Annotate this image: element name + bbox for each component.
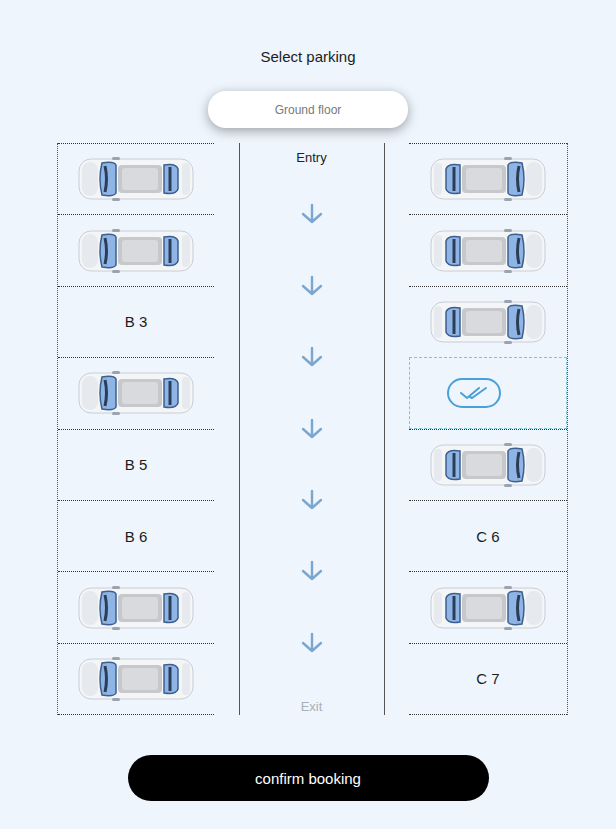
slot-label: B 5 [125,456,148,473]
arrow-down-icon [300,275,324,297]
page-title: Select parking [260,47,355,67]
parking-slot[interactable] [58,643,214,715]
car-icon [78,371,194,415]
arrow-down-icon [300,346,324,368]
confirm-booking-button[interactable]: confirm booking [128,755,489,801]
parking-slot[interactable]: B 3 [58,286,214,357]
parking-slot[interactable] [58,357,214,428]
parking-slot[interactable] [58,571,214,642]
car-icon [78,657,194,701]
car-icon [78,157,194,201]
entry-label: Entry [296,150,326,165]
driving-lane: Entry Exit [239,143,385,715]
car-icon [430,229,546,273]
parking-slot[interactable]: C 7 [409,643,567,715]
slot-label: C 7 [476,670,499,687]
slot-label: B 3 [125,313,148,330]
parking-slot[interactable] [58,214,214,285]
parking-slot[interactable] [409,571,567,642]
car-icon [430,443,546,487]
parking-map: B 3 B 5 B 6 Entry Exit C 6 C 7 [57,143,568,715]
arrow-down-icon [300,489,324,511]
arrow-down-icon [300,203,324,225]
parking-slot[interactable] [409,286,567,357]
slot-label: C 6 [476,528,499,545]
slot-label: B 6 [125,528,148,545]
car-icon [430,300,546,344]
arrow-down-icon [300,560,324,582]
arrow-down-icon [300,418,324,440]
parking-screen: Select parking Ground floor B 3 B 5 B 6 En… [0,0,616,829]
parking-slot[interactable]: B 5 [58,429,214,500]
floor-selector[interactable]: Ground floor [208,91,408,128]
parking-slot[interactable] [409,357,567,428]
parking-slot[interactable] [58,143,214,214]
right-slot-column: C 6 C 7 [409,143,568,715]
car-icon [78,586,194,630]
parking-slot[interactable]: B 6 [58,500,214,571]
left-slot-column: B 3 B 5 B 6 [57,143,214,715]
car-icon [430,586,546,630]
car-icon [430,157,546,201]
parking-slot[interactable] [409,214,567,285]
parking-slot[interactable] [409,143,567,214]
arrow-down-icon [300,632,324,654]
parking-slot[interactable] [409,429,567,500]
check-icon [446,377,502,409]
parking-slot[interactable]: C 6 [409,500,567,571]
exit-label: Exit [301,700,323,714]
car-icon [78,229,194,273]
